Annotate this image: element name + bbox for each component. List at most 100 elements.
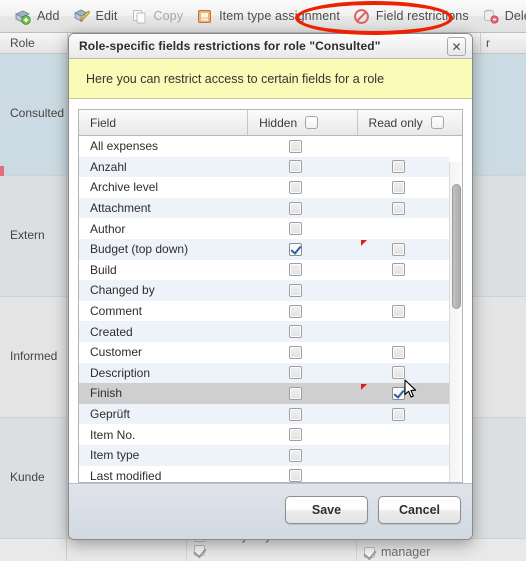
checkbox[interactable] xyxy=(364,546,375,558)
hidden-cell[interactable] xyxy=(243,363,349,384)
hidden-cell[interactable] xyxy=(243,445,349,466)
cancel-button[interactable]: Cancel xyxy=(378,496,461,524)
table-row[interactable]: Geprüft xyxy=(79,403,449,425)
app-toolbar: Add Edit Copy Item type assignment Field… xyxy=(0,0,526,33)
readonly-checkbox[interactable] xyxy=(392,180,406,194)
table-row[interactable]: Budget (top down) xyxy=(79,238,449,260)
hidden-cell[interactable] xyxy=(243,260,349,281)
hidden-cell[interactable] xyxy=(243,466,349,482)
hidden-checkbox[interactable] xyxy=(288,386,302,400)
toolbar-delete-button[interactable]: Delete xyxy=(478,6,526,27)
hidden-checkbox[interactable] xyxy=(288,428,302,442)
hidden-checkbox[interactable] xyxy=(288,304,302,318)
toolbar-field-restrictions-button[interactable]: Field restrictions xyxy=(349,6,478,27)
table-row[interactable]: All expenses xyxy=(79,136,449,157)
readonly-cell[interactable] xyxy=(348,424,449,445)
save-button[interactable]: Save xyxy=(285,496,368,524)
hidden-cell[interactable] xyxy=(243,198,349,219)
close-icon[interactable]: ✕ xyxy=(447,37,466,56)
hidden-checkbox[interactable] xyxy=(288,242,302,256)
restrictions-table: Field Hidden Read only All expenses Anzah… xyxy=(78,109,463,483)
readonly-cell[interactable] xyxy=(348,301,449,322)
field-name-cell: Build xyxy=(90,262,117,277)
readonly-checkbox[interactable] xyxy=(392,160,406,174)
hidden-checkbox[interactable] xyxy=(288,448,302,462)
table-rows: All expenses Anzahl Archive level Attachmen… xyxy=(79,136,449,482)
readonly-checkbox[interactable] xyxy=(392,407,406,421)
readonly-checkbox[interactable] xyxy=(392,304,406,318)
table-row[interactable]: Changed by xyxy=(79,280,449,301)
table-row[interactable]: Attachment xyxy=(79,197,449,219)
readonly-checkbox[interactable] xyxy=(392,345,406,359)
checkbox[interactable] xyxy=(194,545,205,556)
select-all-hidden-checkbox[interactable] xyxy=(305,116,319,129)
hidden-cell[interactable] xyxy=(243,280,349,301)
hidden-checkbox[interactable] xyxy=(288,201,302,215)
col-header-readonly: Read only xyxy=(358,110,462,135)
hidden-cell[interactable] xyxy=(243,136,349,157)
table-row[interactable]: Created xyxy=(79,321,449,342)
table-row[interactable]: Item No. xyxy=(79,424,449,445)
readonly-cell[interactable] xyxy=(348,321,449,342)
readonly-cell[interactable] xyxy=(348,363,449,384)
hidden-cell[interactable] xyxy=(243,157,349,178)
table-row[interactable]: Finish xyxy=(79,383,449,404)
col-header-label: Hidden xyxy=(259,115,298,130)
readonly-cell[interactable] xyxy=(348,218,449,239)
select-all-readonly-checkbox[interactable] xyxy=(430,116,444,129)
table-row[interactable]: Item type xyxy=(79,444,449,466)
table-row[interactable]: Archive level xyxy=(79,177,449,198)
hidden-cell[interactable] xyxy=(243,383,349,404)
option-manager[interactable]: manager xyxy=(364,545,430,559)
hidden-checkbox[interactable] xyxy=(288,366,302,380)
hidden-checkbox[interactable] xyxy=(288,263,302,277)
readonly-cell[interactable] xyxy=(348,136,449,157)
hidden-checkbox[interactable] xyxy=(288,139,302,153)
table-row[interactable]: Anzahl xyxy=(79,156,449,178)
readonly-checkbox[interactable] xyxy=(392,386,406,400)
hidden-checkbox[interactable] xyxy=(288,325,302,339)
readonly-checkbox[interactable] xyxy=(392,201,406,215)
hidden-cell[interactable] xyxy=(243,218,349,239)
readonly-cell[interactable] xyxy=(348,445,449,466)
hidden-checkbox[interactable] xyxy=(288,180,302,194)
hidden-checkbox[interactable] xyxy=(288,469,302,482)
table-row[interactable]: Last modified xyxy=(79,465,449,483)
hidden-cell[interactable] xyxy=(243,239,349,260)
table-row[interactable]: Comment xyxy=(79,300,449,322)
toolbar-copy-button[interactable]: Copy xyxy=(127,6,193,27)
vertical-scrollbar[interactable] xyxy=(449,162,462,482)
hidden-checkbox[interactable] xyxy=(288,345,302,359)
scrollbar-thumb[interactable] xyxy=(452,184,461,310)
readonly-cell[interactable] xyxy=(348,280,449,301)
table-row[interactable]: Description xyxy=(79,362,449,384)
readonly-checkbox[interactable] xyxy=(392,366,406,380)
readonly-cell[interactable] xyxy=(348,198,449,219)
hidden-cell[interactable] xyxy=(243,342,349,363)
toolbar-add-button[interactable]: Add xyxy=(10,6,69,27)
readonly-cell[interactable] xyxy=(348,342,449,363)
readonly-cell[interactable] xyxy=(348,404,449,425)
readonly-checkbox[interactable] xyxy=(392,263,406,277)
readonly-checkbox[interactable] xyxy=(392,242,406,256)
toolbar-item-type-assignment-button[interactable]: Item type assignment xyxy=(192,6,349,27)
hidden-cell[interactable] xyxy=(243,321,349,342)
readonly-cell[interactable] xyxy=(348,157,449,178)
hidden-checkbox[interactable] xyxy=(288,283,302,297)
hidden-checkbox[interactable] xyxy=(288,407,302,421)
table-row[interactable]: Author xyxy=(79,218,449,239)
readonly-cell[interactable] xyxy=(348,260,449,281)
table-row[interactable]: Build xyxy=(79,259,449,281)
toolbar-edit-button[interactable]: Edit xyxy=(69,6,127,27)
option-partial[interactable] xyxy=(194,545,205,556)
hidden-cell[interactable] xyxy=(243,301,349,322)
hidden-cell[interactable] xyxy=(243,424,349,445)
readonly-cell[interactable] xyxy=(348,466,449,483)
hidden-cell[interactable] xyxy=(243,404,349,425)
hidden-cell[interactable] xyxy=(243,177,349,198)
readonly-cell[interactable] xyxy=(348,177,449,198)
hidden-checkbox[interactable] xyxy=(288,222,302,236)
col-header-label: Field xyxy=(90,115,117,130)
table-row[interactable]: Customer xyxy=(79,341,449,363)
hidden-checkbox[interactable] xyxy=(288,160,302,174)
